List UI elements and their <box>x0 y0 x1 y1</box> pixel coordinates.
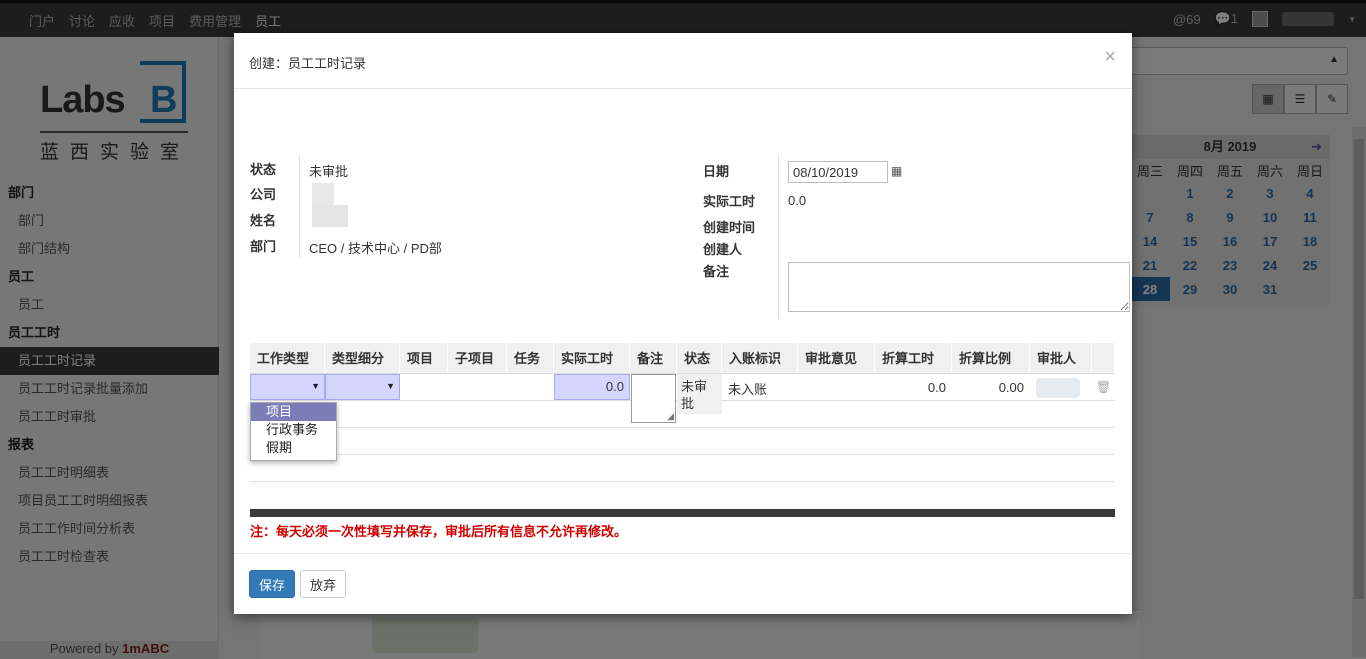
row-ratio: 0.00 <box>998 380 1024 395</box>
row-converted-hours: 0.0 <box>927 380 946 395</box>
label-company: 公司 <box>250 187 277 202</box>
company-blurred[interactable] <box>312 183 334 205</box>
col-ratio[interactable]: 折算比例 <box>952 343 1030 373</box>
value-actual-hours: 0.0 <box>788 193 807 208</box>
modal-header: 创建：员工工时记录 × <box>234 33 1132 89</box>
label-creator: 创建人 <box>703 242 743 257</box>
row-state: 未审批 <box>677 374 722 414</box>
work-type-dropdown: 项目 行政事务 假期 <box>250 402 337 461</box>
col-project[interactable]: 项目 <box>400 343 448 373</box>
notice-text: 注：每天必须一次性填写并保存，审批后所有信息不允许再修改。 <box>250 524 628 539</box>
option-project[interactable]: 项目 <box>251 403 336 421</box>
col-subtype[interactable]: 类型细分 <box>325 343 400 373</box>
modal-footer: 保存 放弃 <box>234 553 1132 614</box>
col-state[interactable]: 状态 <box>677 343 722 373</box>
discard-button[interactable]: 放弃 <box>300 570 346 598</box>
actual-hours-input[interactable]: 0.0 <box>554 374 630 400</box>
work-type-select[interactable]: ▼ <box>250 374 325 400</box>
project-cell[interactable] <box>400 374 448 400</box>
row-entry-flag: 未入账 <box>728 382 768 397</box>
save-button[interactable]: 保存 <box>249 570 295 598</box>
resize-grip-icon[interactable]: ◢ <box>667 411 674 422</box>
label-name: 姓名 <box>250 213 277 228</box>
modal-title: 创建：员工工时记录 <box>249 56 367 71</box>
col-approver[interactable]: 审批人 <box>1030 343 1092 373</box>
grid-edit-row: ▼ ▼ 0.0 ◢ 未审批 未入账 0.0 0.00 🗑 <box>250 374 1115 423</box>
grid-header: 工作类型 类型细分 项目 子项目 任务 实际工时 备注 状态 入账标识 审批意见… <box>250 343 1115 374</box>
calendar-icon[interactable]: ▦ <box>891 164 902 178</box>
subtype-select[interactable]: ▼ <box>325 374 400 400</box>
caret-down-icon: ▼ <box>386 381 395 391</box>
label-note: 备注 <box>703 264 730 279</box>
close-icon[interactable]: × <box>1104 46 1116 69</box>
label-created-time: 创建时间 <box>703 220 756 235</box>
col-subproject[interactable]: 子项目 <box>448 343 507 373</box>
date-input[interactable] <box>788 161 888 183</box>
value-dept: CEO / 技术中心 / PD部 <box>309 241 442 256</box>
caret-down-icon: ▼ <box>311 381 320 391</box>
label-actual-hours: 实际工时 <box>703 194 756 209</box>
label-date: 日期 <box>703 164 730 179</box>
note-cell: ◢ <box>630 374 677 423</box>
grid-bottom-bar <box>250 509 1115 517</box>
row-approval-comment <box>798 374 875 400</box>
col-actual-hours[interactable]: 实际工时 <box>554 343 630 373</box>
label-state: 状态 <box>250 162 277 177</box>
col-note[interactable]: 备注 <box>630 343 677 373</box>
col-work-type[interactable]: 工作类型 <box>250 343 325 373</box>
col-converted-hours[interactable]: 折算工时 <box>875 343 952 373</box>
col-approval-comment[interactable]: 审批意见 <box>798 343 875 373</box>
hours-detail-grid: 工作类型 类型细分 项目 子项目 任务 实际工时 备注 状态 入账标识 审批意见… <box>250 343 1115 482</box>
option-leave[interactable]: 假期 <box>251 439 336 457</box>
value-state: 未审批 <box>309 164 349 179</box>
left-divider <box>299 155 300 257</box>
grid-empty-row <box>250 428 1115 455</box>
grid-empty-row <box>250 455 1115 482</box>
col-task[interactable]: 任务 <box>507 343 554 373</box>
label-dept: 部门 <box>250 239 277 254</box>
subproject-cell[interactable] <box>448 374 507 400</box>
col-entry-flag[interactable]: 入账标识 <box>722 343 798 373</box>
right-divider <box>778 155 779 319</box>
name-blurred[interactable] <box>312 205 348 227</box>
state-cell: 未审批 <box>677 374 722 414</box>
trash-icon[interactable]: 🗑 <box>1092 374 1115 400</box>
col-actions <box>1092 343 1115 373</box>
option-admin-affairs[interactable]: 行政事务 <box>251 421 336 439</box>
approver-blurred <box>1036 378 1080 398</box>
create-hours-record-dialog: 创建：员工工时记录 × 状态 公司 姓名 部门 未审批 CEO / 技术中心 /… <box>234 33 1132 614</box>
row-approver <box>1030 374 1092 400</box>
row-note-textarea[interactable]: ◢ <box>631 374 676 423</box>
note-textarea[interactable] <box>788 262 1130 312</box>
task-cell[interactable] <box>507 374 554 400</box>
